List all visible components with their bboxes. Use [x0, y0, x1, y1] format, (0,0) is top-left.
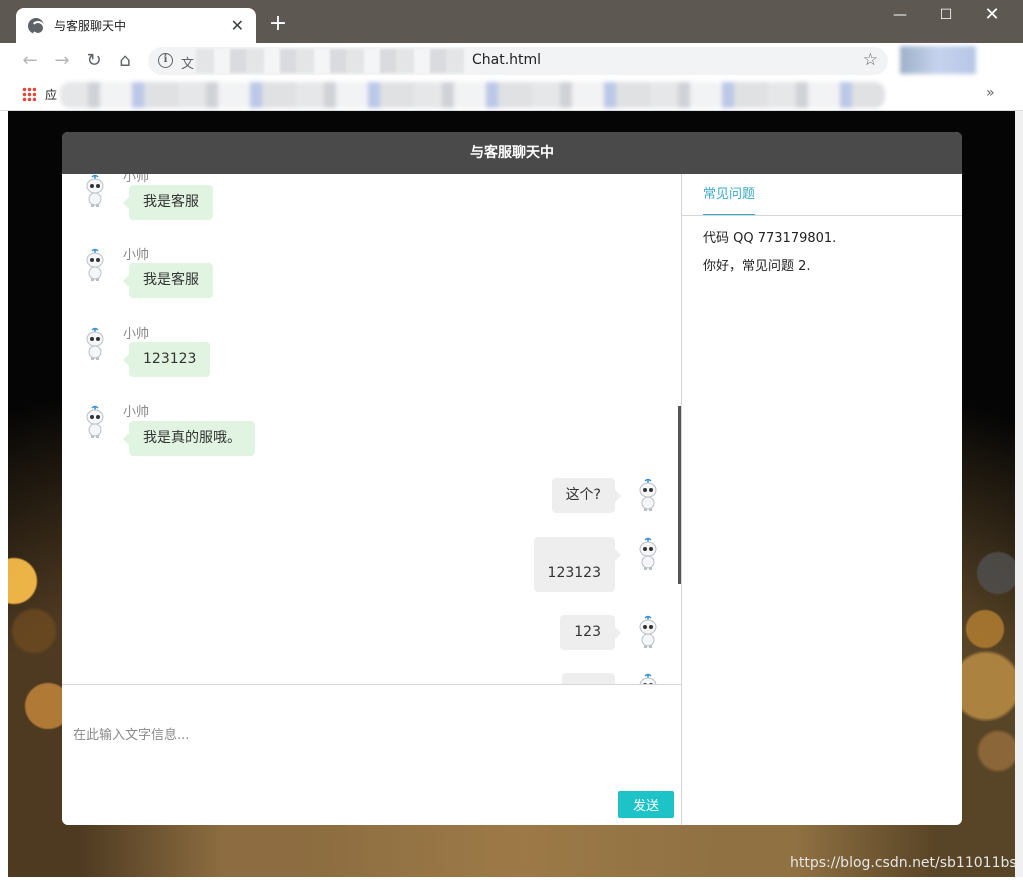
robot-avatar-icon	[86, 248, 104, 281]
home-icon[interactable]: ⌂	[114, 50, 136, 72]
chat-header-title: 与客服聊天中	[62, 132, 962, 174]
more-bookmarks-icon[interactable]: »	[986, 85, 995, 101]
robot-avatar-icon	[86, 174, 104, 207]
blurred-profile	[900, 46, 976, 74]
message-bubble: 我是客服	[123, 263, 213, 298]
message-input[interactable]	[62, 715, 662, 755]
faq-divider	[682, 215, 962, 216]
address-bar[interactable]: i 文 Chat.html ☆	[148, 47, 888, 75]
watermark: https://blog.csdn.net/sb11011bs	[790, 855, 1017, 871]
globe-icon	[28, 17, 45, 35]
info-icon[interactable]: i	[158, 53, 173, 68]
bookmarks-bar: 应 »	[0, 79, 1023, 111]
faq-item[interactable]: 你好，常见问题 2.	[703, 255, 811, 274]
maximize-button[interactable]: ☐	[923, 0, 969, 30]
faq-item[interactable]: 代码 QQ 773179801.	[703, 227, 836, 246]
browser-tab[interactable]: 与客服聊天中 ✕	[16, 8, 256, 43]
robot-avatar-icon	[639, 615, 657, 648]
back-icon[interactable]: ←	[19, 50, 41, 72]
sender-name: 小帅	[123, 327, 150, 342]
faq-sidebar: 常见问题 代码 QQ 773179801. 你好，常见问题 2.	[681, 174, 962, 825]
message-bubble	[562, 673, 615, 684]
blurred-bookmarks	[60, 82, 885, 108]
browser-titlebar: 与客服聊天中 ✕ + — ☐ ✕	[0, 0, 1023, 43]
sender-name: 小帅	[123, 248, 150, 263]
close-window-button[interactable]: ✕	[969, 0, 1015, 30]
message-bubble: 我是客服	[123, 185, 213, 220]
sender-name: 小帅	[123, 174, 150, 185]
message-bubble: 我是真的服哦。	[123, 421, 255, 456]
message-bubble: 123	[560, 615, 621, 650]
new-tab-button[interactable]: +	[266, 12, 290, 36]
apps-label[interactable]: 应	[45, 86, 57, 103]
window-scroll-edge	[1015, 111, 1023, 877]
message-list[interactable]: 小帅 我是客服 小帅 我是客服 小帅 123123 小帅 我是真的服哦。 这个?…	[62, 174, 681, 684]
url-text: Chat.html	[472, 52, 542, 68]
robot-avatar-icon	[639, 537, 657, 570]
reload-icon[interactable]: ↻	[83, 50, 105, 72]
tab-faq[interactable]: 常见问题	[703, 174, 756, 216]
message-bubble: 123123	[122, 342, 211, 377]
robot-avatar-icon	[86, 327, 104, 360]
bookmark-star-icon[interactable]: ☆	[863, 50, 878, 70]
blurred-url	[196, 49, 471, 73]
message-bubble: 这个?	[551, 478, 622, 513]
robot-avatar-icon	[639, 478, 657, 511]
tab-title: 与客服聊天中	[54, 19, 127, 33]
chat-window: 与客服聊天中 小帅 我是客服 小帅 我是客服 小帅 123123 小帅 我是真的…	[62, 132, 962, 825]
forward-icon[interactable]: →	[51, 50, 73, 72]
close-tab-icon[interactable]: ✕	[231, 17, 244, 34]
browser-toolbar: ← → ↻ ⌂ i 文 Chat.html ☆	[0, 43, 1023, 79]
message-bubble: 123123	[533, 537, 622, 592]
minimize-button[interactable]: —	[877, 0, 923, 30]
send-button[interactable]: 发送	[618, 791, 674, 818]
apps-grid-icon[interactable]	[22, 87, 36, 101]
robot-avatar-icon	[86, 405, 104, 438]
robot-avatar-icon	[639, 673, 657, 684]
url-scheme: 文	[181, 57, 195, 72]
sender-name: 小帅	[123, 405, 150, 420]
compose-area: 发送	[62, 684, 681, 825]
